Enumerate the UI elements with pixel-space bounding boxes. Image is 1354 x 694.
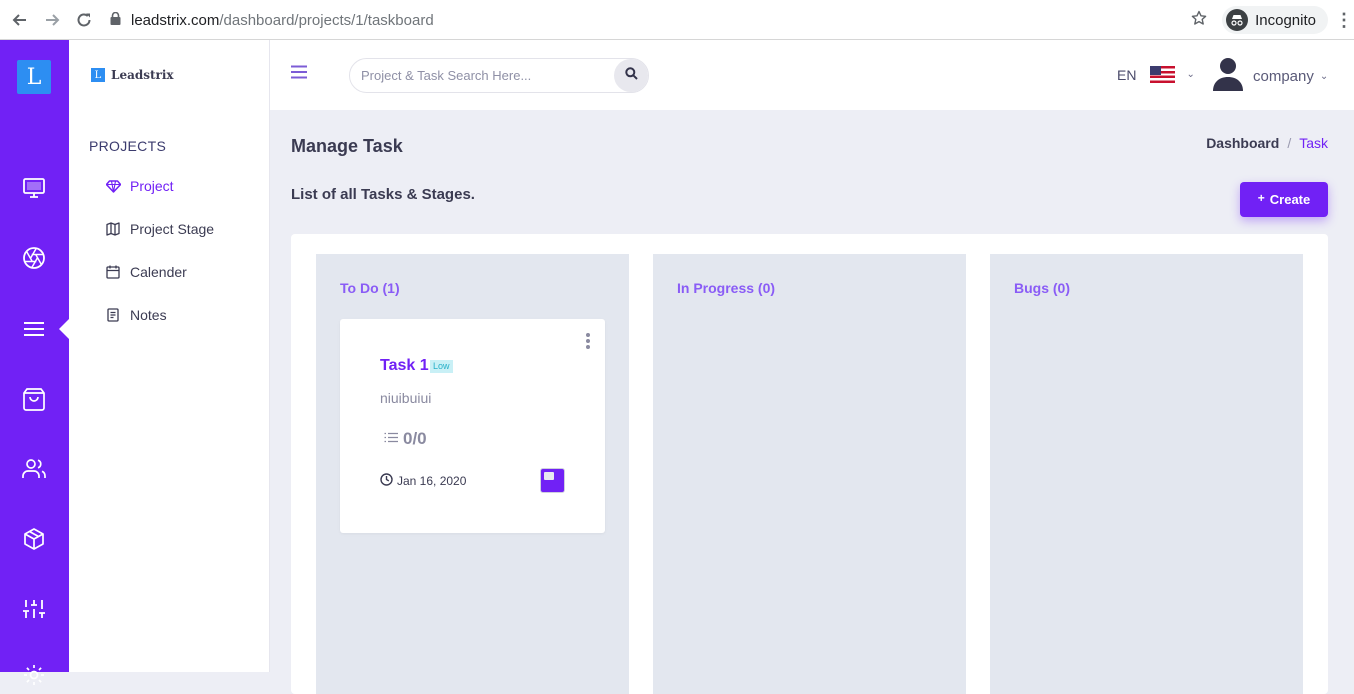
brand-name: Leadstrix <box>111 68 174 82</box>
shopping-bag-icon[interactable] <box>19 384 49 414</box>
language-selector[interactable]: EN ⌄ <box>1117 66 1195 83</box>
incognito-label: Incognito <box>1255 11 1316 29</box>
page-title: Manage Task <box>291 136 403 156</box>
breadcrumb: Dashboard / Task <box>1206 135 1328 151</box>
sidebar-item-label: Calender <box>130 264 187 280</box>
reload-icon[interactable] <box>68 4 100 36</box>
menu-icon[interactable] <box>19 314 49 344</box>
project-sidebar: L Leadstrix PROJECTS Project Project Sta… <box>69 40 270 672</box>
top-header: EN ⌄ company ⌄ <box>270 40 1354 110</box>
browser-toolbar: leadstrix.com/dashboard/projects/1/taskb… <box>0 0 1354 40</box>
browser-menu-icon[interactable]: ⋮ <box>1334 10 1354 31</box>
back-arrow-icon[interactable] <box>4 4 36 36</box>
search-icon <box>624 66 638 85</box>
aperture-icon[interactable] <box>19 243 49 273</box>
create-button[interactable]: + Create <box>1240 182 1328 217</box>
column-title: In Progress (0) <box>677 280 776 296</box>
search-box <box>349 58 649 93</box>
url-domain: leadstrix.com <box>131 11 220 29</box>
sidebar-item-calender[interactable]: Calender <box>105 264 187 280</box>
breadcrumb-separator: / <box>1287 135 1292 151</box>
board-column-todo: To Do (1) Task 1 Low niuibuiui 0/0 Jan 1… <box>316 254 629 694</box>
task-date-text: Jan 16, 2020 <box>397 474 467 488</box>
settings-gear-icon[interactable] <box>19 660 49 690</box>
avatar <box>1213 57 1243 96</box>
diamond-icon <box>105 178 121 194</box>
user-name: company <box>1253 68 1314 85</box>
icon-rail: L <box>0 40 69 685</box>
calendar-icon <box>105 264 121 280</box>
notes-icon <box>105 307 121 323</box>
hamburger-icon[interactable] <box>291 65 307 84</box>
sidebar-item-project-stage[interactable]: Project Stage <box>105 221 214 237</box>
sidebar-item-notes[interactable]: Notes <box>105 307 167 323</box>
task-title[interactable]: Task 1 <box>380 357 429 375</box>
sidebar-item-label: Project Stage <box>130 221 215 237</box>
chevron-down-icon: ⌄ <box>1186 69 1195 80</box>
app-logo[interactable]: L <box>17 60 51 94</box>
search-input[interactable] <box>350 59 600 92</box>
package-icon[interactable] <box>19 524 49 554</box>
brand[interactable]: L Leadstrix <box>91 68 174 82</box>
breadcrumb-current: Task <box>1299 135 1328 151</box>
checklist-count: 0/0 <box>403 429 427 448</box>
task-card[interactable]: Task 1 Low niuibuiui 0/0 Jan 16, 2020 <box>340 319 605 533</box>
bookmark-star-icon[interactable] <box>1184 10 1214 31</box>
sidebar-item-label: Project <box>130 178 174 194</box>
address-bar[interactable]: leadstrix.com/dashboard/projects/1/taskb… <box>110 0 434 40</box>
user-menu[interactable]: company ⌄ <box>1213 57 1328 96</box>
chevron-down-icon: ⌄ <box>1319 71 1329 82</box>
active-indicator <box>59 319 69 339</box>
column-title: To Do (1) <box>340 280 400 296</box>
users-icon[interactable] <box>19 454 49 484</box>
breadcrumb-dashboard[interactable]: Dashboard <box>1206 135 1279 151</box>
search-button[interactable] <box>614 59 648 92</box>
incognito-badge[interactable]: Incognito <box>1222 6 1328 34</box>
sidebar-item-label: Notes <box>130 307 167 323</box>
clock-icon <box>380 473 393 489</box>
board-column-bugs: Bugs (0) <box>990 254 1303 694</box>
sliders-icon[interactable] <box>19 594 49 624</box>
task-description: niuibuiui <box>380 390 432 406</box>
checklist-progress: 0/0 <box>384 429 427 449</box>
brand-logo: L <box>91 68 105 82</box>
assignee-avatar[interactable] <box>540 468 565 493</box>
more-options-icon[interactable] <box>585 333 591 349</box>
task-date: Jan 16, 2020 <box>380 473 466 489</box>
us-flag-icon <box>1150 66 1176 83</box>
incognito-icon <box>1226 9 1249 31</box>
board-column-in-progress: In Progress (0) <box>653 254 966 694</box>
page-subtitle: List of all Tasks & Stages. <box>291 186 475 203</box>
plus-icon: + <box>1257 190 1265 205</box>
lock-icon <box>110 11 121 29</box>
sidebar-section-title: PROJECTS <box>89 138 167 154</box>
create-button-label: Create <box>1269 192 1311 207</box>
monitor-icon[interactable] <box>19 173 49 203</box>
priority-badge: Low <box>430 360 453 373</box>
language-code: EN <box>1117 66 1137 83</box>
task-board: To Do (1) Task 1 Low niuibuiui 0/0 Jan 1… <box>291 234 1328 694</box>
column-title: Bugs (0) <box>1014 280 1070 296</box>
sidebar-item-project[interactable]: Project <box>105 178 174 194</box>
url-path: /dashboard/projects/1/taskboard <box>219 11 434 29</box>
checklist-icon <box>384 430 398 448</box>
map-icon <box>105 221 121 237</box>
forward-arrow-icon[interactable] <box>36 4 68 36</box>
